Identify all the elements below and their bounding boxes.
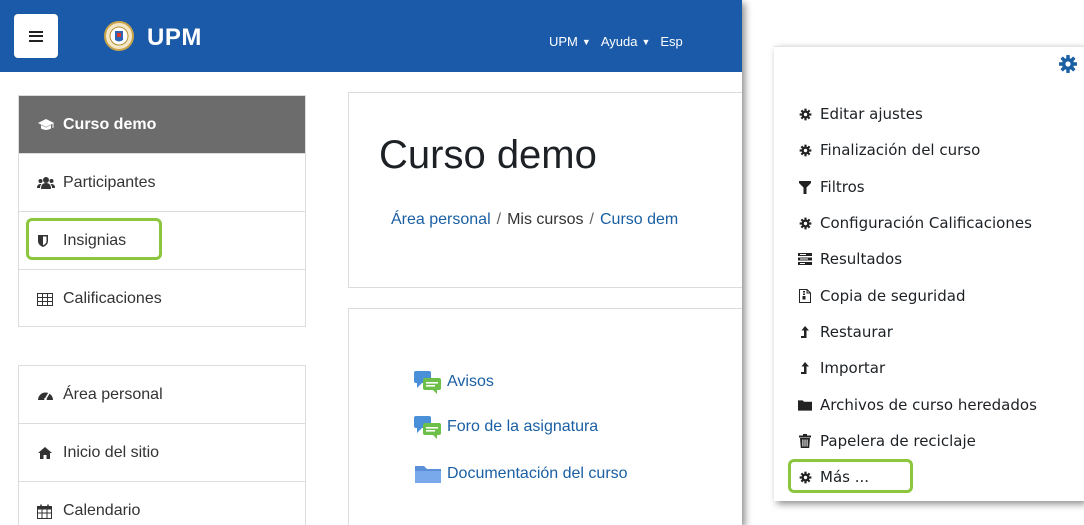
gear-icon <box>798 143 812 157</box>
sidebar-item-label: Inicio del sitio <box>63 443 160 461</box>
activity-label: Avisos <box>447 373 494 390</box>
menu-item-label: Archivos de curso heredados <box>820 396 1037 414</box>
menu-copia-seguridad[interactable]: Copia de seguridad <box>798 287 965 305</box>
users-icon <box>37 176 59 190</box>
home-icon <box>37 446 59 460</box>
menu-item-label: Editar ajustes <box>820 105 923 123</box>
sidebar-item-participantes[interactable]: Participantes <box>19 154 305 212</box>
menu-restaurar[interactable]: Restaurar <box>798 323 893 341</box>
graduation-cap-icon <box>37 118 59 132</box>
navbar-menus: UPM ▼ Ayuda ▼ Esp <box>549 34 683 49</box>
caret-down-icon: ▼ <box>581 37 591 47</box>
sidebar-item-label: Participantes <box>63 173 156 191</box>
top-navbar: UPM UPM ▼ Ayuda ▼ Esp <box>0 0 742 72</box>
menu-item-label: Resultados <box>820 250 903 268</box>
sidebar-item-label: Calificaciones <box>63 290 162 307</box>
menu-upm[interactable]: UPM ▼ <box>549 34 591 49</box>
menu-item-label: Filtros <box>820 178 865 196</box>
level-up-icon <box>798 361 812 375</box>
activity-foro-asignatura[interactable]: Foro de la asignatura <box>413 414 598 440</box>
caret-down-icon: ▼ <box>641 37 651 47</box>
sidebar-item-label: Calendario <box>63 502 141 519</box>
menu-item-label: Restaurar <box>820 323 893 341</box>
file-archive-icon <box>798 289 812 303</box>
menu-importar[interactable]: Importar <box>798 359 885 377</box>
sidebar-item-area-personal[interactable]: Área personal <box>19 366 305 424</box>
menu-language-label: Esp <box>660 34 683 49</box>
list-icon <box>798 252 812 266</box>
menu-configuracion-calificaciones[interactable]: Configuración Calificaciones <box>798 214 1032 232</box>
insignias-highlight-box <box>26 218 162 260</box>
page-header-card: Curso demo Área personal / Mis cursos / Curs… <box>348 92 742 288</box>
course-content-card: Avisos Foro de la asignatura Documentaci… <box>348 308 742 525</box>
menu-item-label: Configuración Calificaciones <box>820 214 1032 232</box>
filter-icon <box>798 180 812 194</box>
breadcrumb-mis-cursos: Mis cursos <box>507 211 584 228</box>
dashboard-icon <box>37 388 59 402</box>
menu-upm-label: UPM <box>549 34 578 49</box>
level-up-icon <box>798 325 812 339</box>
sidebar-item-inicio-sitio[interactable]: Inicio del sitio <box>19 424 305 482</box>
course-page-screenshot: UPM UPM ▼ Ayuda ▼ Esp Curso demo Participa… <box>0 0 742 525</box>
menu-toggle-button[interactable] <box>14 14 58 58</box>
forum-icon <box>414 416 441 439</box>
breadcrumb-separator: / <box>589 211 594 228</box>
sidebar-item-calendario[interactable]: Calendario <box>19 482 305 525</box>
folder-icon <box>415 466 441 483</box>
menu-resultados[interactable]: Resultados <box>798 250 902 268</box>
site-nav-block: Área personal Inicio del sitio Calendari… <box>18 365 306 525</box>
forum-icon <box>414 371 441 394</box>
breadcrumb-curso-demo[interactable]: Curso dem <box>600 211 678 228</box>
page-title: Curso demo <box>379 133 597 177</box>
hamburger-icon <box>29 30 43 42</box>
gear-icon <box>798 216 812 230</box>
menu-papelera-reciclaje[interactable]: Papelera de reciclaje <box>798 432 976 450</box>
activity-label: Foro de la asignatura <box>447 418 599 435</box>
menu-ayuda[interactable]: Ayuda ▼ <box>601 34 651 49</box>
table-icon <box>37 292 59 306</box>
calendar-icon <box>37 504 59 519</box>
breadcrumb-area-personal[interactable]: Área personal <box>391 211 491 228</box>
menu-ayuda-label: Ayuda <box>600 34 638 49</box>
menu-item-label: Papelera de reciclaje <box>820 432 976 450</box>
menu-item-label: Copia de seguridad <box>820 287 966 305</box>
sidebar-item-calificaciones[interactable]: Calificaciones <box>19 270 305 328</box>
menu-finalizacion-curso[interactable]: Finalización del curso <box>798 141 980 159</box>
course-settings-menu: Editar ajustes Finalización del curso Fi… <box>774 46 1084 501</box>
mas-highlight-box <box>788 459 913 493</box>
menu-archivos-heredados[interactable]: Archivos de curso heredados <box>798 396 1037 414</box>
menu-editar-ajustes[interactable]: Editar ajustes <box>798 105 923 123</box>
menu-filtros[interactable]: Filtros <box>798 178 865 196</box>
gear-icon <box>798 107 812 121</box>
breadcrumb-separator: / <box>496 211 502 228</box>
gear-icon[interactable] <box>1058 54 1078 74</box>
trash-icon <box>798 434 812 448</box>
activity-label: Documentación del curso <box>447 465 628 482</box>
sidebar-item-curso-demo[interactable]: Curso demo <box>19 96 305 154</box>
activity-documentacion[interactable]: Documentación del curso <box>413 461 628 487</box>
menu-language[interactable]: Esp <box>660 34 682 49</box>
menu-item-label: Finalización del curso <box>820 141 981 159</box>
sidebar-item-label: Curso demo <box>63 115 157 133</box>
activity-avisos[interactable]: Avisos <box>413 369 494 395</box>
course-nav-block: Curso demo Participantes Insignias Calif… <box>18 95 306 327</box>
folder-icon <box>798 398 812 412</box>
menu-item-label: Importar <box>820 359 886 377</box>
upm-logo-icon <box>104 21 134 51</box>
breadcrumb: Área personal / Mis cursos / Curso dem <box>391 211 678 229</box>
sidebar-item-label: Área personal <box>63 385 163 403</box>
site-brand[interactable]: UPM <box>147 24 202 52</box>
